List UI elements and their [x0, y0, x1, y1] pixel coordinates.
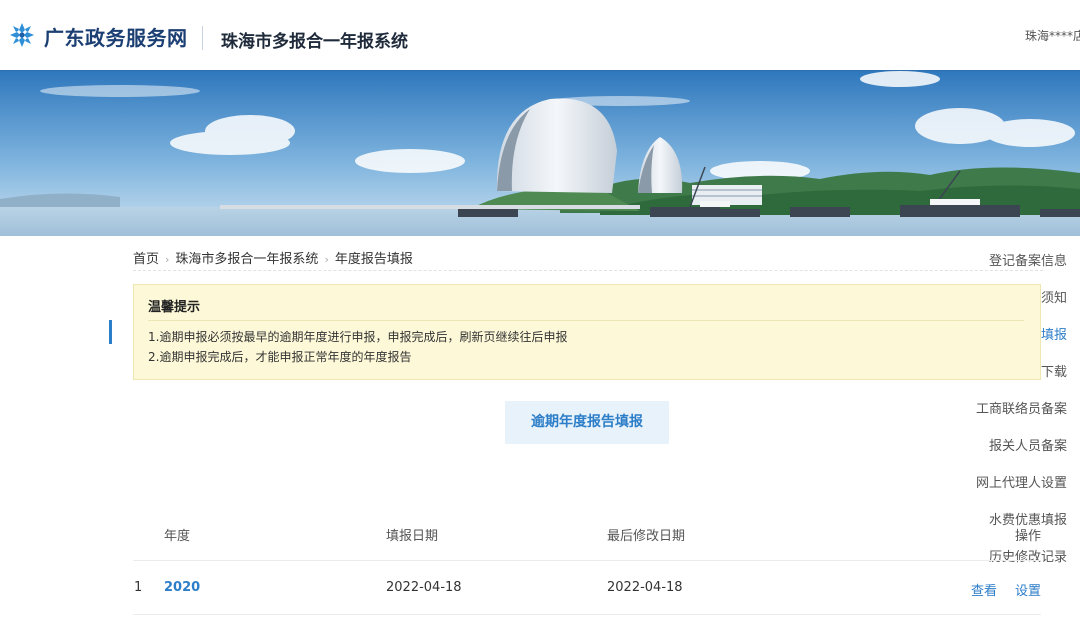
header-divider	[202, 26, 203, 50]
overdue-report-button[interactable]: 逾期年度报告填报	[505, 401, 669, 444]
sidebar-item-history[interactable]: 历史修改记录	[989, 546, 1067, 565]
chevron-right-icon: ›	[165, 253, 170, 266]
breadcrumb-divider	[133, 270, 1043, 271]
sidebar-item-liaison-filing[interactable]: 工商联络员备案	[976, 398, 1067, 417]
row-modified-date: 2022-04-18	[607, 580, 683, 595]
chevron-right-icon: ›	[324, 253, 329, 266]
col-header-modified-date: 最后修改日期	[607, 529, 686, 544]
system-title: 珠海市多报合一年报系统	[221, 32, 408, 52]
notice-divider	[148, 320, 1024, 321]
notice-line-2: 2.逾期申报完成后，才能申报正常年度的年度报告	[148, 350, 412, 364]
notice-box: 温馨提示 1.逾期申报必须按最早的逾期年度进行申报，申报完成后，刷新页继续往后申…	[133, 284, 1041, 380]
breadcrumb-system[interactable]: 珠海市多报合一年报系统	[175, 252, 318, 267]
breadcrumb-home[interactable]: 首页	[133, 252, 159, 267]
row-fill-date: 2022-04-18	[386, 580, 462, 595]
col-header-actions: 操作	[1015, 529, 1042, 544]
user-name[interactable]: 珠海****店	[1025, 27, 1080, 44]
sidebar-item-customs-filing[interactable]: 报关人员备案	[989, 435, 1067, 454]
notice-title: 温馨提示	[148, 300, 201, 315]
breadcrumb: 首页 › 珠海市多报合一年报系统 › 年度报告填报	[133, 248, 413, 267]
sidebar-item-registration[interactable]: 登记备案信息	[989, 250, 1067, 269]
sidebar-item-agent-settings[interactable]: 网上代理人设置	[976, 472, 1067, 491]
sidebar-active-indicator	[109, 320, 112, 344]
col-header-fill-date: 填报日期	[386, 529, 439, 544]
site-brand[interactable]: 广东政务服务网	[44, 22, 188, 51]
table-header-divider	[133, 560, 1041, 561]
view-link[interactable]: 查看	[971, 580, 997, 599]
row-index: 1	[134, 580, 143, 595]
site-header: 广东政务服务网 珠海市多报合一年报系统 珠海****店	[0, 0, 1080, 70]
row-year-link[interactable]: 2020	[164, 580, 200, 595]
gd-gov-logo-icon	[10, 23, 34, 47]
banner-image	[0, 70, 1080, 236]
table-row-divider	[133, 614, 1041, 615]
breadcrumb-current: 年度报告填报	[334, 252, 413, 267]
notice-line-1: 1.逾期申报必须按最早的逾期年度进行申报，申报完成后，刷新页继续往后申报	[148, 330, 568, 344]
col-header-year: 年度	[164, 529, 191, 544]
settings-link[interactable]: 设置	[1015, 580, 1041, 599]
